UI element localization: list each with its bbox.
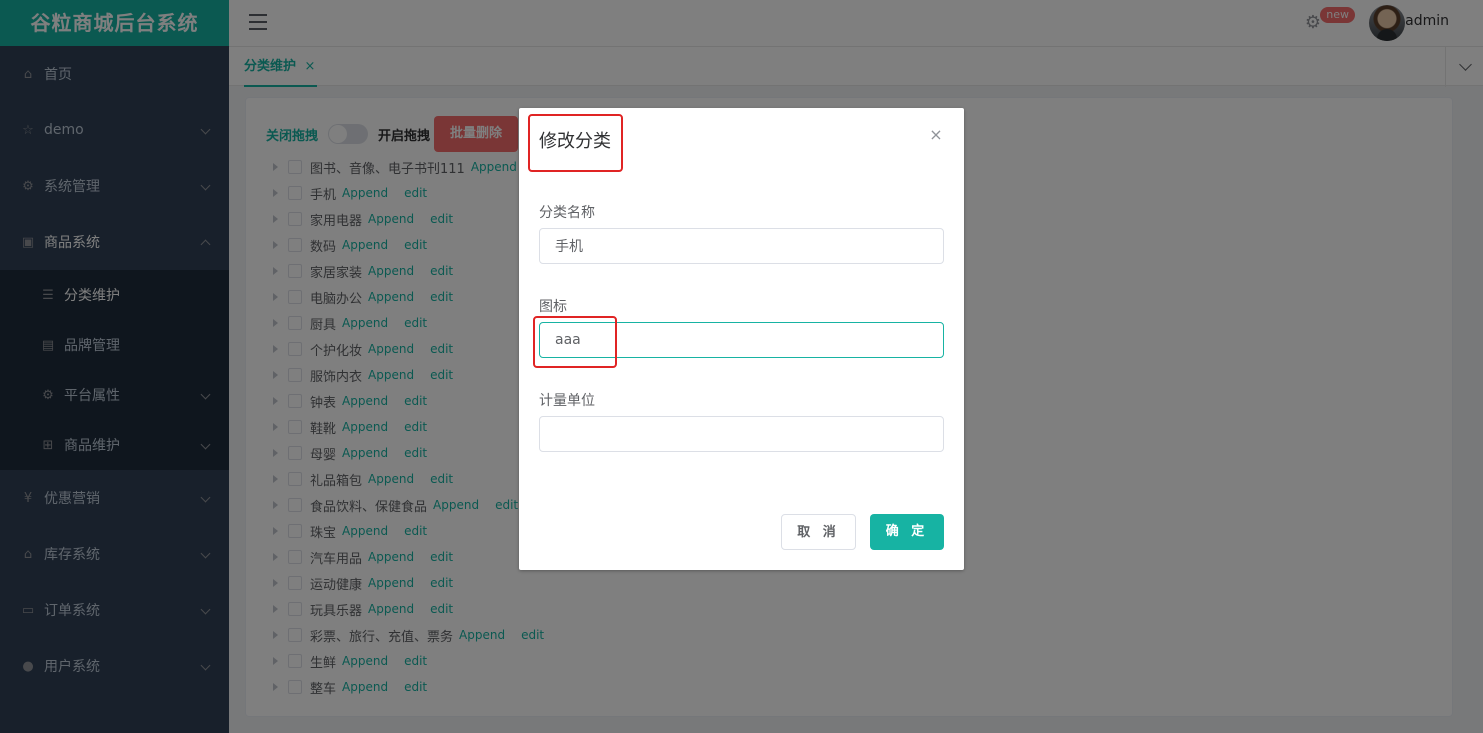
- cancel-button[interactable]: 取 消: [781, 514, 856, 550]
- close-icon[interactable]: ×: [928, 127, 944, 143]
- highlight-box: [533, 316, 617, 368]
- highlight-box: [528, 114, 623, 172]
- icon-label: 图标: [539, 299, 567, 315]
- unit-field[interactable]: [539, 416, 944, 452]
- unit-label: 计量单位: [539, 393, 595, 409]
- name-field[interactable]: [539, 228, 944, 264]
- edit-category-dialog: 修改分类 × 分类名称 图标 计量单位 取 消 确 定: [519, 108, 964, 570]
- confirm-button[interactable]: 确 定: [870, 514, 944, 550]
- name-label: 分类名称: [539, 205, 595, 221]
